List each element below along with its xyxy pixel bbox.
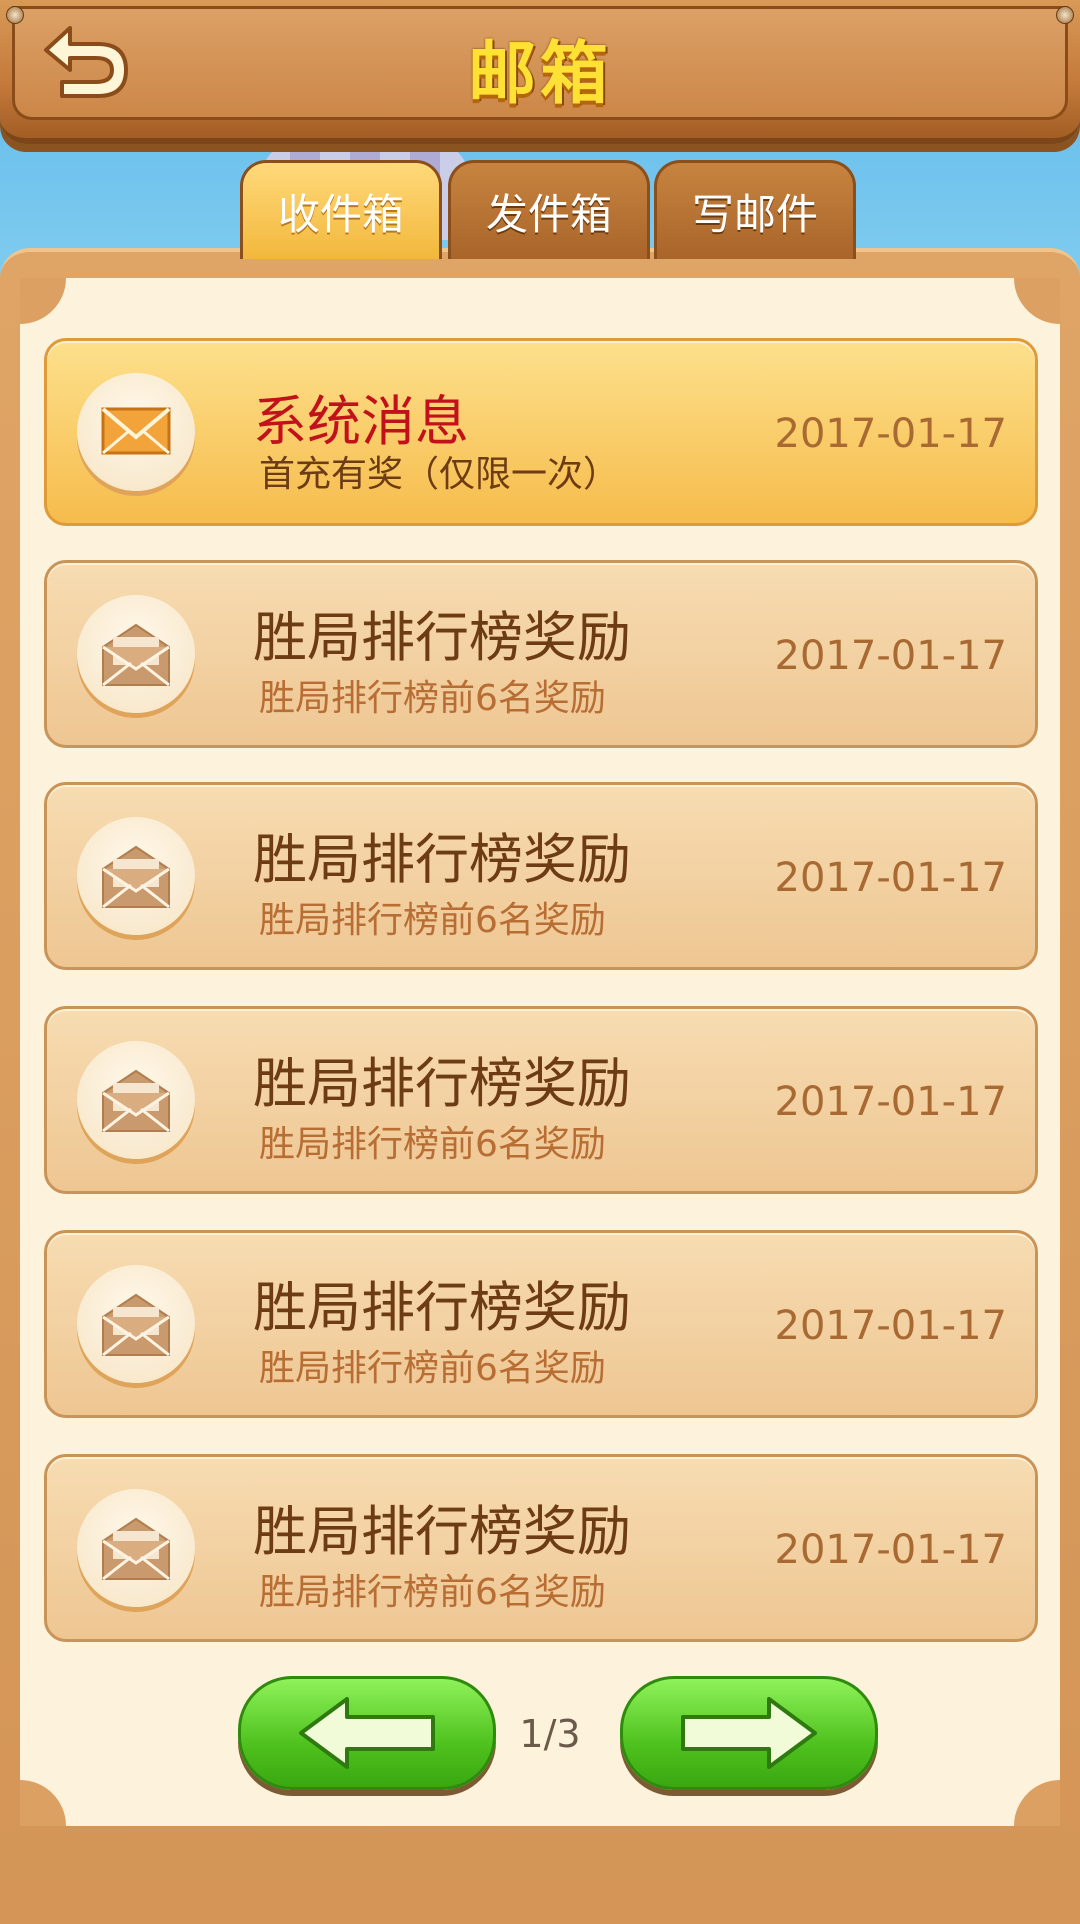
tab-compose[interactable]: 写邮件 <box>654 160 856 259</box>
mail-date: 2017-01-17 <box>774 855 1007 901</box>
mail-date: 2017-01-17 <box>774 1527 1007 1573</box>
mail-item[interactable]: 胜局排行榜奖励 胜局排行榜前6名奖励 2017-01-17 <box>44 1454 1038 1642</box>
mail-date: 2017-01-17 <box>774 1303 1007 1349</box>
mail-item[interactable]: 胜局排行榜奖励 胜局排行榜前6名奖励 2017-01-17 <box>44 782 1038 970</box>
mail-title: 胜局排行榜奖励 <box>253 828 631 891</box>
mail-subtitle: 胜局排行榜前6名奖励 <box>259 1124 606 1165</box>
next-page-button[interactable] <box>620 1676 878 1790</box>
mail-title: 胜局排行榜奖励 <box>253 1500 631 1563</box>
mail-title: 胜局排行榜奖励 <box>253 606 631 669</box>
arrow-left-icon <box>299 1697 435 1769</box>
envelope-closed-icon <box>77 373 195 491</box>
tab-inbox[interactable]: 收件箱 <box>240 160 442 259</box>
mail-title: 胜局排行榜奖励 <box>253 1276 631 1339</box>
mail-item[interactable]: 胜局排行榜奖励 胜局排行榜前6名奖励 2017-01-17 <box>44 1230 1038 1418</box>
prev-page-button[interactable] <box>238 1676 496 1790</box>
header-bar: 邮箱 <box>0 0 1080 144</box>
mail-date: 2017-01-17 <box>774 633 1007 679</box>
tab-outbox[interactable]: 发件箱 <box>448 160 650 259</box>
mail-subtitle: 胜局排行榜前6名奖励 <box>259 900 606 941</box>
mail-subtitle: 胜局排行榜前6名奖励 <box>259 1572 606 1613</box>
page-indicator: 1/3 <box>519 1712 581 1756</box>
mail-subtitle: 胜局排行榜前6名奖励 <box>259 678 606 719</box>
mail-item[interactable]: 胜局排行榜奖励 胜局排行榜前6名奖励 2017-01-17 <box>44 1006 1038 1194</box>
page-title: 邮箱 <box>467 35 612 114</box>
mail-date: 2017-01-17 <box>774 411 1007 457</box>
envelope-open-icon <box>77 1489 195 1607</box>
envelope-open-icon <box>77 817 195 935</box>
mail-title: 胜局排行榜奖励 <box>253 1052 631 1115</box>
mail-subtitle: 首充有奖（仅限一次） <box>259 454 620 495</box>
mail-subtitle: 胜局排行榜前6名奖励 <box>259 1348 606 1389</box>
envelope-open-icon <box>77 1265 195 1383</box>
mail-item[interactable]: 胜局排行榜奖励 胜局排行榜前6名奖励 2017-01-17 <box>44 560 1038 748</box>
envelope-open-icon <box>77 595 195 713</box>
mail-item[interactable]: 系统消息 首充有奖（仅限一次） 2017-01-17 <box>44 338 1038 526</box>
mail-date: 2017-01-17 <box>774 1079 1007 1125</box>
envelope-open-icon <box>77 1041 195 1159</box>
arrow-right-icon <box>681 1697 817 1769</box>
